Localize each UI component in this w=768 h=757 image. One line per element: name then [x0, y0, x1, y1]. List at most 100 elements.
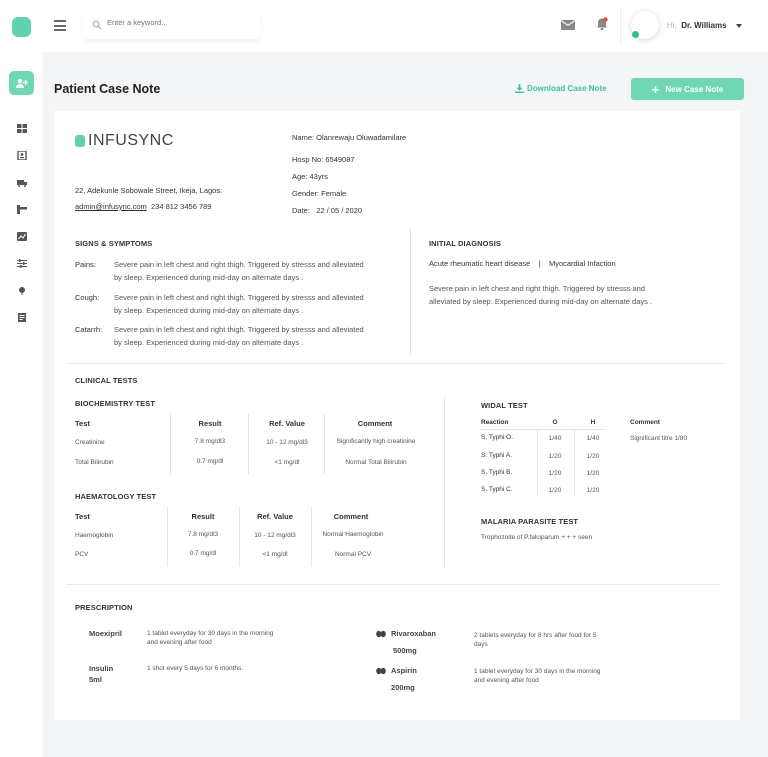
table-cell: S. Typhi A. [481, 452, 512, 459]
instruction-line: 1 tablet everyday for 30 days in the mor… [474, 668, 601, 675]
patient-age: Age: 43yrs [292, 172, 328, 181]
contacts-icon[interactable] [17, 151, 27, 160]
signs-title: SIGNS & SYMPTOMS [75, 239, 153, 248]
sidebar [0, 0, 43, 757]
notification-bell-icon[interactable] [596, 17, 608, 31]
patient-date: Date: 22 / 05 / 2020 [292, 206, 362, 215]
table-header: Ref. Value [269, 419, 305, 428]
clinical-tests-title: CLINICAL TESTS [75, 376, 138, 385]
date-value: 22 / 05 / 2020 [316, 206, 363, 215]
online-status-dot [632, 31, 639, 38]
drug-instructions: 1 tablet everyday for 30 days in the mor… [147, 629, 317, 647]
search-box [83, 12, 260, 39]
symptom-description: Severe pain in left chest and right thig… [114, 258, 404, 284]
diagnosis-line: Severe pain in left chest and right thig… [429, 284, 645, 293]
table-cell: 10 - 12 mg/dl3 [254, 532, 296, 539]
table-cell: Normal Haemoglobin [322, 531, 384, 538]
section-divider [66, 363, 724, 364]
table-cell: PCV [75, 551, 89, 558]
drug-dose: 500mg [393, 646, 417, 655]
drug-name: Rivaroxaban [391, 629, 437, 638]
drug-name: Aspirin [391, 666, 417, 675]
diagnosis-item: Myocardial Infaction [548, 259, 616, 268]
instruction-line: 2 tablets everyday for 8 hrs after food … [474, 632, 597, 639]
medicine-icon[interactable] [17, 205, 27, 214]
table-cell: Creatinine [75, 439, 105, 446]
widal-title: WIDAL TEST [481, 401, 528, 410]
symptom-description: Severe pain in left chest and right thig… [114, 291, 404, 317]
diagnosis-line: alleviated by sleep. Experienced during … [429, 297, 653, 306]
table-cell: 0.7 mg/dl [189, 550, 217, 557]
table-cell: 1/20 [548, 470, 562, 477]
column-divider [167, 507, 168, 567]
column-divider [248, 414, 249, 474]
settings-sliders-icon[interactable] [17, 259, 27, 268]
instruction-line: and evening after food [147, 639, 212, 646]
table-cell: 1/20 [548, 453, 562, 460]
search-input[interactable] [107, 18, 252, 27]
instruction-line: and evening after food [474, 677, 539, 684]
prescription-title: PRESCRIPTION [75, 603, 133, 612]
table-cell: <1 mg/dl [274, 459, 300, 466]
table-header: Test [75, 419, 90, 428]
user-greeting[interactable]: Hi, Dr. Williams [667, 21, 727, 30]
virus-icon[interactable] [17, 286, 27, 295]
column-divider [239, 507, 240, 567]
drug-dose: 200mg [391, 683, 415, 692]
patient-gender: Gender: Female [292, 189, 347, 198]
table-header: H [590, 419, 596, 426]
symptom-line: Severe pain in left chest and right thig… [114, 325, 364, 334]
table-cell: Normal Total Bilirubin [345, 459, 407, 466]
symptom-line: by sleep. Experienced during mid-day on … [114, 338, 304, 347]
ambulance-icon[interactable] [17, 178, 27, 187]
chart-icon[interactable] [17, 232, 27, 241]
diagnosis-separator: | [538, 259, 541, 268]
page-title: Patient Case Note [54, 82, 161, 96]
chevron-down-icon[interactable] [736, 24, 742, 28]
new-case-note-button[interactable]: + New Case Note [631, 78, 744, 100]
topbar-divider [620, 7, 621, 45]
clinic-contact: admin@infusync.com 234 812 3456 789 [75, 202, 211, 211]
symptom-description: Severe pain in left chest and right thig… [114, 323, 404, 349]
table-cell: 1/40 [548, 435, 562, 442]
table-cell: Normal PCV [334, 551, 372, 558]
drug-name: Insulin [89, 664, 114, 673]
mail-icon[interactable] [561, 20, 575, 30]
instruction-line: days [474, 641, 488, 648]
table-header-divider [480, 429, 606, 430]
table-cell: S. Typhi O. [481, 434, 514, 441]
table-cell: 7.8 mg/dl3 [194, 438, 226, 445]
clinic-email-link[interactable]: admin@infusync.com [75, 202, 147, 211]
table-cell: S. Typhi B. [481, 469, 513, 476]
document-icon[interactable] [17, 313, 27, 322]
section-divider [444, 397, 445, 567]
symptom-label: Cough: [75, 293, 100, 302]
download-case-note-button[interactable]: Download Case Note [515, 84, 607, 93]
table-header: Comment [357, 419, 393, 428]
table-cell: S. Typhi C. [481, 486, 513, 493]
instruction-line: 1 tablet everyday for 30 days in the mor… [147, 630, 274, 637]
pills-icon [376, 630, 386, 638]
symptom-label: Pains: [75, 260, 96, 269]
malaria-title: MALARIA PARASITE TEST [481, 517, 579, 526]
table-cell: Haemoglobin [75, 532, 114, 539]
menu-icon[interactable] [54, 20, 66, 31]
new-case-note-label: New Case Note [665, 84, 724, 94]
drug-instructions: 2 tablets everyday for 8 hrs after food … [474, 631, 634, 649]
diagnosis-item: Acute rheumatic heart disease [429, 259, 531, 268]
table-cell: 10 - 12 mg/dl3 [266, 439, 308, 446]
sidebar-item-patients[interactable] [9, 71, 34, 95]
table-cell: 0.7 mg/dl [196, 458, 224, 465]
dashboard-icon[interactable] [17, 124, 27, 133]
patient-hosp-no: Hosp No: 6549087 [292, 155, 355, 164]
table-cell: 1/20 [586, 470, 600, 477]
plus-icon: + [651, 81, 660, 97]
diagnosis-description: Severe pain in left chest and right thig… [429, 282, 719, 308]
section-divider [410, 228, 411, 354]
table-cell: 1/40 [586, 435, 600, 442]
greeting-text: Hi, [667, 21, 677, 30]
table-header: Test [75, 512, 90, 521]
table-cell: 1/20 [586, 487, 600, 494]
table-cell: Total Bilirubin [75, 459, 114, 466]
brand-logo-text: INFUSYNC [88, 132, 174, 149]
